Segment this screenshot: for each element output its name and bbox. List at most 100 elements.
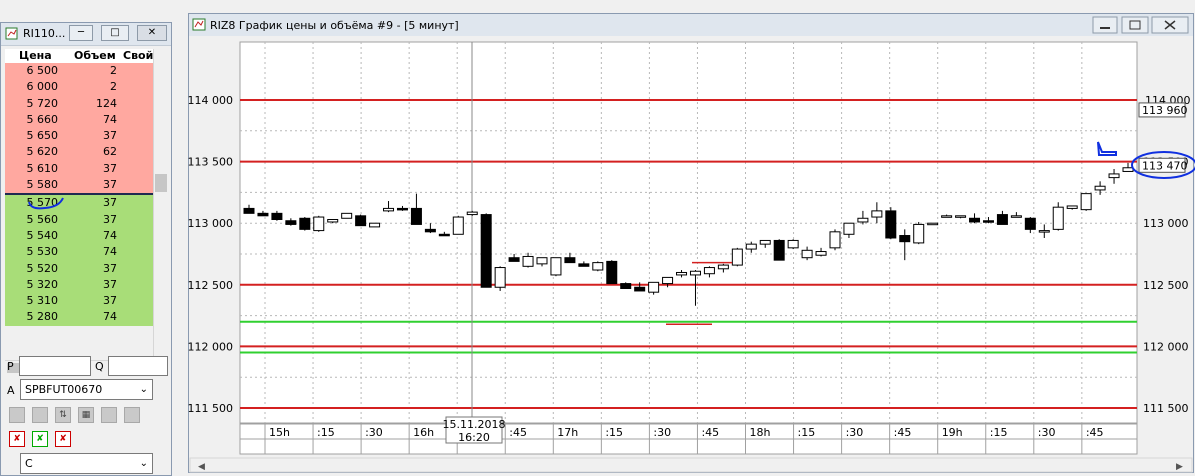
y-label-left: 113 000 (188, 217, 233, 230)
ask-volume: 37 (103, 161, 117, 175)
candle-body (955, 215, 967, 218)
price-input[interactable] (19, 356, 91, 376)
time-label: 18h (750, 426, 771, 439)
ask-price: 6 000 (26, 80, 59, 94)
ask-row[interactable]: 5 580 37 (5, 177, 153, 194)
time-label: :30 (846, 426, 864, 439)
ask-price: 5 660 (26, 112, 59, 126)
candle-body (857, 217, 869, 223)
chart-minimize-button[interactable] (1092, 16, 1118, 34)
close-button[interactable]: ✕ (137, 25, 167, 41)
ask-volume: 74 (103, 112, 117, 126)
candle-body (676, 271, 688, 276)
maximize-button[interactable]: □ (101, 25, 129, 41)
bid-row[interactable]: 5 280 74 (5, 309, 153, 326)
time-label: :45 (894, 426, 912, 439)
ask-volume: 37 (103, 129, 117, 143)
time-label: :45 (1086, 426, 1104, 439)
candle-body (299, 217, 311, 230)
candle-body (731, 248, 743, 266)
quantity-input[interactable] (108, 356, 168, 376)
time-axis-lower (239, 438, 1138, 455)
candle-body (327, 219, 339, 223)
chart-horizontal-scrollbar[interactable] (189, 457, 1193, 473)
chart-maximize-button[interactable] (1121, 16, 1149, 34)
ask-volume: 124 (96, 96, 117, 110)
candle-body (480, 214, 492, 288)
bid-row[interactable]: 5 570 37 (5, 195, 153, 212)
cancel-buy-orders-icon[interactable]: ✘ (32, 431, 48, 447)
ask-volume: 62 (103, 145, 117, 159)
candle-body (1024, 217, 1036, 230)
bid-row[interactable]: 5 560 37 (5, 211, 153, 228)
time-label: :30 (653, 426, 671, 439)
chart-close-button[interactable] (1151, 16, 1189, 34)
bid-row[interactable]: 5 530 74 (5, 244, 153, 261)
y-label-left: 112 500 (188, 279, 233, 292)
chart-app-icon (192, 18, 206, 31)
candle-body (1010, 215, 1022, 218)
y-label-right: 112 500 (1143, 279, 1189, 292)
tool-button-2[interactable] (32, 407, 48, 423)
candle-body (885, 210, 897, 239)
p-label: P (7, 360, 14, 373)
bid-volume: 37 (103, 294, 117, 308)
tool-button-6[interactable] (124, 407, 140, 423)
account-select[interactable]: SPBFUT00670 ⌄ (20, 379, 153, 400)
ask-row[interactable]: 5 720 124 (5, 95, 153, 112)
time-label: 15h (269, 426, 290, 439)
orderbook-titlebar[interactable]: RI110... ─ □ ✕ (1, 23, 171, 46)
candle-body (452, 216, 464, 235)
candle-body (787, 239, 799, 249)
candle-body (355, 215, 367, 227)
candle-body (396, 207, 408, 211)
scroll-right-icon[interactable]: ▶ (1176, 462, 1183, 472)
bid-volume: 37 (103, 277, 117, 291)
annotation-underline (28, 197, 64, 210)
cursor-time: 16:20 (458, 431, 490, 444)
scroll-thumb[interactable] (155, 174, 167, 192)
bid-row[interactable]: 5 310 37 (5, 293, 153, 310)
candle-body (1052, 206, 1064, 230)
time-label: 16h (413, 426, 434, 439)
bid-volume: 74 (103, 310, 117, 324)
candle-body (969, 217, 981, 223)
ask-row[interactable]: 5 660 74 (5, 111, 153, 129)
scroll-left-icon[interactable]: ◀ (198, 462, 205, 472)
bottom-select[interactable]: C ⌄ (20, 453, 153, 474)
tool-grid-icon[interactable]: ▦ (78, 407, 94, 423)
candle-body (634, 286, 646, 292)
candle-body (1094, 185, 1106, 191)
chart-title: RIZ8 График цены и объёма #9 - [5 минут] (210, 19, 459, 32)
cursor-time-label: 15.11.2018 16:20 (443, 416, 505, 444)
y-label-left: 114 000 (188, 94, 233, 107)
ask-row[interactable]: 6 000 2 (5, 79, 153, 96)
candle-body (313, 216, 325, 232)
bid-volume: 37 (103, 196, 117, 210)
candle-body (1122, 167, 1134, 172)
tool-sort-icon[interactable]: ⇅ (55, 407, 71, 423)
chevron-down-icon: ⌄ (139, 458, 148, 469)
bid-row[interactable]: 5 320 37 (5, 276, 153, 294)
ask-row[interactable]: 6 500 2 (5, 63, 153, 80)
chart-window: RIZ8 График цены и объёма #9 - [5 минут]… (188, 13, 1195, 473)
tool-button-5[interactable] (101, 407, 117, 423)
bid-row[interactable]: 5 540 74 (5, 227, 153, 245)
vertical-scrollbar[interactable] (153, 49, 169, 359)
y-label-right: 113 000 (1143, 217, 1189, 230)
tool-button-1[interactable] (9, 407, 25, 423)
ask-row[interactable]: 5 620 62 (5, 144, 153, 161)
ask-row[interactable]: 5 650 37 (5, 128, 153, 145)
bid-price: 5 560 (26, 212, 59, 226)
candle-body (871, 210, 883, 218)
candle-body (703, 267, 715, 275)
minimize-button[interactable]: ─ (69, 25, 93, 41)
bid-row[interactable]: 5 520 37 (5, 260, 153, 277)
cancel-sell-orders-icon[interactable]: ✘ (55, 431, 71, 447)
ask-row[interactable]: 5 610 37 (5, 160, 153, 178)
candle-body (662, 276, 674, 285)
time-label: :30 (365, 426, 383, 439)
ask-price: 5 580 (26, 178, 59, 192)
candle-body (592, 262, 604, 271)
cancel-all-orders-icon[interactable]: ✘ (9, 431, 25, 447)
